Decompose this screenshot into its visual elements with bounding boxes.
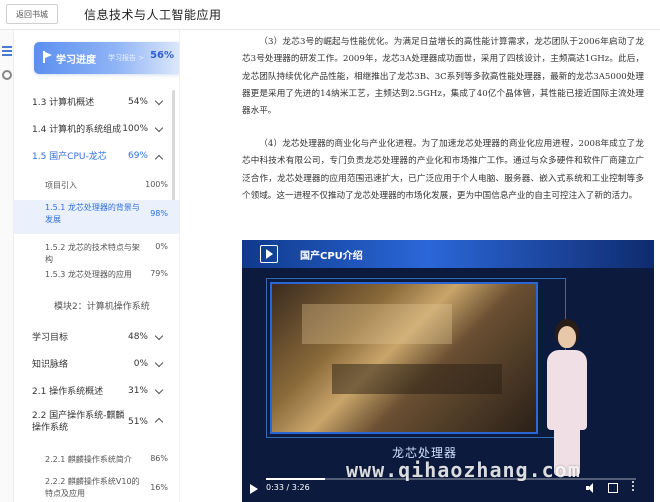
reading-content: （3）龙芯3号的崛起与性能优化。为满足日益增长的高性能计算需求，龙芯团队于200… [190,30,660,502]
top-bar: 返回书城 信息技术与人工智能应用 [0,0,660,30]
toc-subsection-item[interactable]: 1.5.3 龙芯处理器的应用 79% [14,265,179,285]
toc-item-percent: 98% [150,209,168,218]
icon-rail [0,30,14,502]
page-title: 信息技术与人工智能应用 [84,8,222,22]
toc-item-percent: 0% [133,359,148,369]
chevron-up-icon[interactable] [154,154,164,164]
toc-chapter-item[interactable]: 知识脉络 0% [14,354,179,376]
toc-item-percent: 69% [127,151,148,161]
learning-report-link[interactable]: 学习报告 > [108,53,144,63]
flag-icon [43,51,53,63]
toc-chapter-item[interactable]: 1.4 计算机的系统组成 100% [14,119,179,141]
toc-item-label: 1.4 计算机的系统组成 [32,125,122,135]
toc-subsection-item[interactable]: 1.5.2 龙芯的技术特点与架构 0% [14,238,179,264]
toc-item-label: 1.5 国产CPU-龙芯 [32,152,107,162]
toc-item-label: 1.3 计算机概述 [32,98,95,108]
presenter-figure [542,326,592,476]
toc-item-percent: 51% [127,417,148,427]
toc-item-percent: 100% [145,180,168,189]
video-factory-scene [270,282,538,434]
video-badge-icon [260,245,278,263]
settings-icon[interactable] [2,70,12,80]
toc-item-label: 1.5.3 龙芯处理器的应用 [45,270,132,279]
toc-item-label: 1.5.1 龙芯处理器的背景与发展 [45,203,140,224]
toc-item-percent: 54% [127,97,148,107]
toc-subsection-item[interactable]: 1.5.1 龙芯处理器的背景与发展 98% [14,200,179,234]
toc-module-heading: 模块2：计算机操作系统 [14,296,179,318]
video-time: 0:33 / 3:26 [266,483,310,492]
video-header: 国产CPU介绍 [242,240,654,268]
toc-item-label: 2.2.1 麒麟操作系统简介 [45,455,132,464]
chevron-down-icon[interactable] [154,123,164,133]
chevron-up-icon[interactable] [154,417,164,427]
progress-percent: 56% [150,50,174,61]
toc-item-percent: 86% [150,454,168,463]
toc-chapter-item[interactable]: 1.3 计算机概述 54% [14,92,179,114]
chevron-down-icon[interactable] [154,96,164,106]
toc-item-label: 模块2：计算机操作系统 [54,302,150,312]
volume-icon[interactable] [586,483,596,493]
fullscreen-icon[interactable] [608,483,618,493]
toc-item-percent: 48% [127,332,148,342]
chevron-down-icon[interactable] [154,385,164,395]
toc-item-label: 2.2 国产操作系统-麒麟操作系统 [32,411,125,433]
toc-chapter-item[interactable]: 学习目标 48% [14,327,179,349]
toc-subsection-item[interactable]: 项目引入 100% [14,176,179,196]
toc-item-percent: 16% [150,483,168,492]
video-title: 国产CPU介绍 [300,251,363,262]
watermark-text: www.qihaozhang.com [346,458,581,482]
toc-item-percent: 31% [127,386,148,396]
toc-item-percent: 100% [122,124,148,134]
toc-item-percent: 0% [155,242,168,251]
toc-subsection-item[interactable]: 2.2.1 麒麟操作系统简介 86% [14,450,179,470]
toc-item-percent: 79% [150,269,168,278]
toc-chapter-item[interactable]: 2.1 操作系统概述 31% [14,381,179,403]
toc-chapter-item[interactable]: 2.2 国产操作系统-麒麟操作系统 51% [14,408,179,442]
progress-title: 学习进度 [56,55,96,66]
toc-item-label: 1.5.2 龙芯的技术特点与架构 [45,243,140,264]
toc-chapter-item[interactable]: 1.5 国产CPU-龙芯 69% [14,146,179,168]
chevron-down-icon[interactable] [154,331,164,341]
back-to-bookstore-button[interactable]: 返回书城 [6,4,58,24]
learning-progress-card[interactable]: 学习进度 学习报告 > 56% [34,42,179,74]
toc-item-label: 项目引入 [45,181,77,190]
toc-item-label: 知识脉络 [32,360,69,370]
toc-item-label: 学习目标 [32,333,69,343]
table-of-contents-icon[interactable] [2,46,12,56]
paragraph-2: （4）龙芯处理器的商业化与产业化进程。为了加速龙芯处理器的商业化应用进程，200… [242,139,644,201]
toc-item-label: 2.1 操作系统概述 [32,387,104,397]
toc-sidebar: 学习进度 学习报告 > 56% 1.3 计算机概述 54% 1.4 计算机的系统组成… [14,30,180,502]
toc-subsection-item[interactable]: 2.2.2 麒麟操作系统V10的特点及应用 16% [14,474,179,502]
toc-item-label: 2.2.2 麒麟操作系统V10的特点及应用 [45,477,140,498]
paragraph-1: （3）龙芯3号的崛起与性能优化。为满足日益增长的高性能计算需求，龙芯团队于200… [242,37,644,117]
play-icon[interactable] [250,484,258,494]
chevron-down-icon[interactable] [154,358,164,368]
more-options-icon[interactable] [632,481,635,493]
